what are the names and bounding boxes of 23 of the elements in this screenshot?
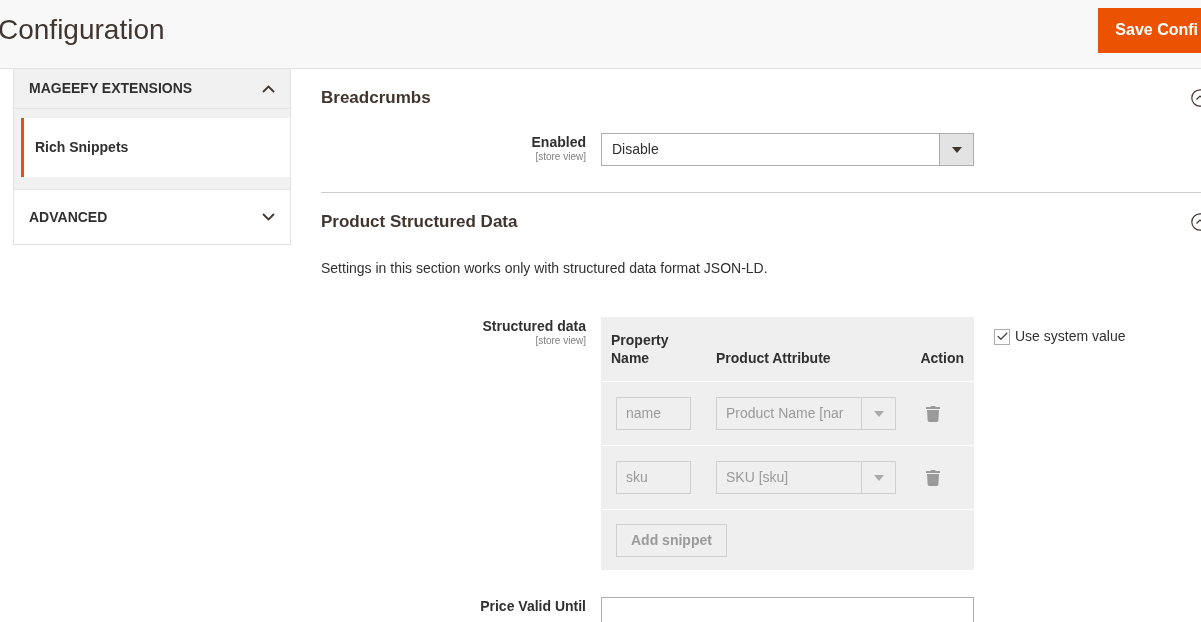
chevron-up-icon (262, 84, 275, 93)
section-header[interactable]: Product Structured Data (321, 193, 1201, 249)
scope-label: [store view] (535, 151, 586, 163)
column-header: Product Attribute (715, 349, 832, 367)
section-note: Settings in this section works only with structured data format JSON-LD. (321, 259, 769, 278)
field-label: Enabled (531, 133, 586, 151)
scope-label: [store view] (535, 335, 586, 347)
section-header[interactable]: Breadcrumbs (321, 69, 1201, 125)
select-field[interactable]: Disable (601, 133, 974, 166)
column-header: Action (919, 349, 964, 367)
field-label: Price Valid Until (480, 597, 586, 615)
column-header: Property Name (611, 331, 670, 367)
caret-icon (951, 146, 962, 153)
page-title: Configuration (0, 13, 165, 47)
save-config-button[interactable]: Save Confi (1098, 7, 1201, 53)
field-label: Structured data (482, 317, 586, 335)
chevron-down-icon (262, 213, 275, 221)
sidebar-section[interactable]: MAGEEFY EXTENSIONS (14, 69, 290, 109)
caret-icon (873, 474, 884, 481)
checkbox-label: Use system value (1015, 327, 1126, 346)
sidebar-item[interactable]: Rich Snippets (21, 118, 290, 177)
caret-icon (873, 410, 884, 417)
input-field[interactable] (601, 597, 974, 622)
